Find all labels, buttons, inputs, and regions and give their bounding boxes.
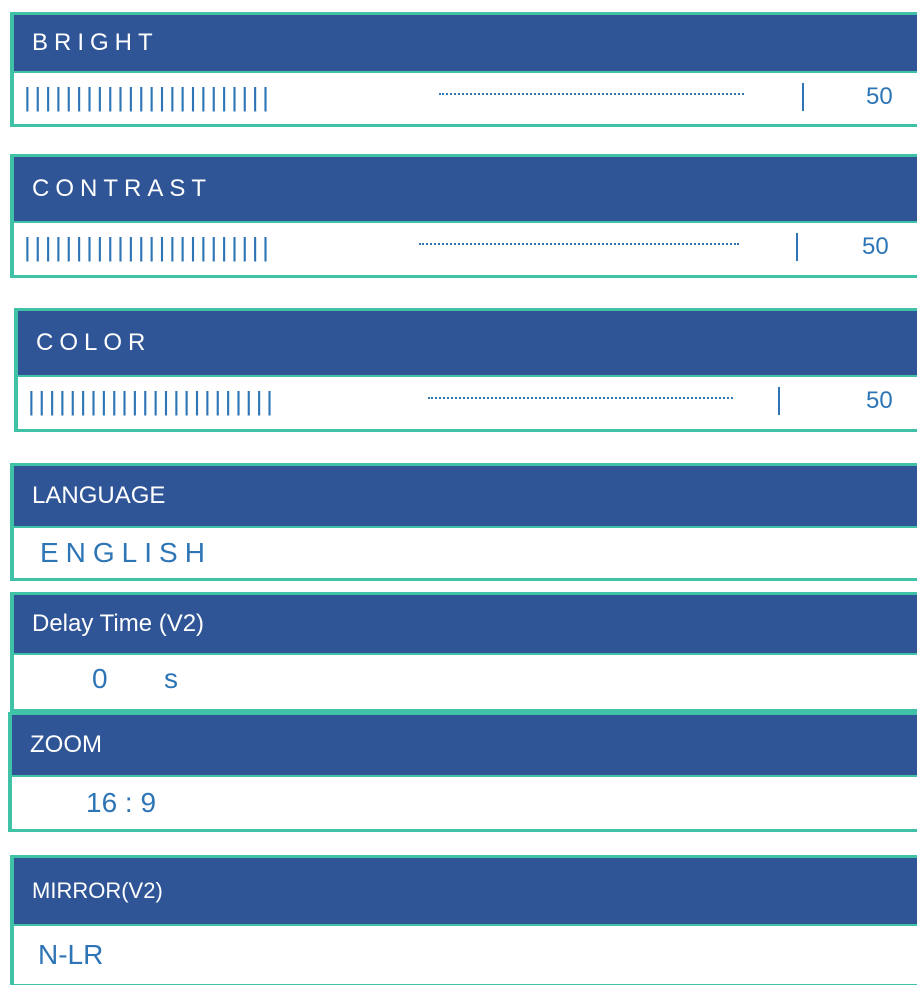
color-setting[interactable]: COLOR |||||||||||||||||||||||| 50 bbox=[14, 308, 917, 432]
mirror-value: N-LR bbox=[38, 939, 104, 970]
contrast-slider[interactable]: |||||||||||||||||||||||| 50 bbox=[14, 223, 917, 271]
bright-setting[interactable]: BRIGHT |||||||||||||||||||||||| 50 bbox=[10, 12, 917, 127]
bright-header: BRIGHT bbox=[14, 15, 917, 73]
delay-time-value: 0 bbox=[92, 663, 108, 694]
color-label: COLOR bbox=[36, 329, 152, 356]
bright-value: 50 bbox=[866, 83, 893, 110]
contrast-header: CONTRAST bbox=[14, 157, 917, 223]
bright-slider[interactable]: |||||||||||||||||||||||| 50 bbox=[14, 73, 917, 121]
bright-remaining-track bbox=[439, 85, 744, 95]
zoom-header: ZOOM bbox=[12, 715, 917, 777]
delay-time-label: Delay Time (V2) bbox=[32, 610, 205, 637]
contrast-remaining-track bbox=[419, 235, 739, 245]
zoom-label: ZOOM bbox=[30, 731, 102, 758]
bright-slider-handle[interactable] bbox=[802, 83, 804, 111]
color-remaining-track bbox=[428, 389, 733, 399]
language-header: LANGUAGE bbox=[14, 466, 917, 528]
mirror-value-field[interactable]: N-LR bbox=[14, 926, 917, 984]
contrast-label: CONTRAST bbox=[32, 175, 212, 202]
delay-time-unit: s bbox=[164, 663, 178, 694]
zoom-value-field[interactable]: 16 : 9 bbox=[12, 777, 917, 829]
bright-label: BRIGHT bbox=[32, 29, 159, 56]
color-value: 50 bbox=[866, 387, 893, 414]
language-label: LANGUAGE bbox=[32, 482, 166, 509]
delay-time-setting[interactable]: Delay Time (V2) 0 s bbox=[10, 592, 917, 712]
contrast-slider-handle[interactable] bbox=[796, 233, 798, 261]
mirror-header: MIRROR(V2) bbox=[14, 858, 917, 926]
delay-time-value-field[interactable]: 0 s bbox=[14, 655, 917, 709]
zoom-setting[interactable]: ZOOM 16 : 9 bbox=[8, 712, 917, 832]
zoom-value: 16 : 9 bbox=[86, 787, 157, 818]
color-header: COLOR bbox=[18, 311, 917, 377]
mirror-label: MIRROR(V2) bbox=[32, 878, 163, 903]
contrast-value: 50 bbox=[862, 233, 889, 260]
language-value: ENGLISH bbox=[40, 537, 212, 568]
color-slider[interactable]: |||||||||||||||||||||||| 50 bbox=[18, 377, 917, 425]
bright-level-bar: |||||||||||||||||||||||| bbox=[24, 82, 273, 112]
delay-time-header: Delay Time (V2) bbox=[14, 595, 917, 655]
language-setting[interactable]: LANGUAGE ENGLISH bbox=[10, 463, 917, 581]
language-value-field[interactable]: ENGLISH bbox=[14, 528, 917, 578]
color-slider-handle[interactable] bbox=[778, 387, 780, 415]
color-level-bar: |||||||||||||||||||||||| bbox=[28, 386, 277, 416]
contrast-level-bar: |||||||||||||||||||||||| bbox=[24, 232, 273, 262]
contrast-setting[interactable]: CONTRAST |||||||||||||||||||||||| 50 bbox=[10, 154, 917, 278]
mirror-setting[interactable]: MIRROR(V2) N-LR bbox=[10, 855, 917, 985]
